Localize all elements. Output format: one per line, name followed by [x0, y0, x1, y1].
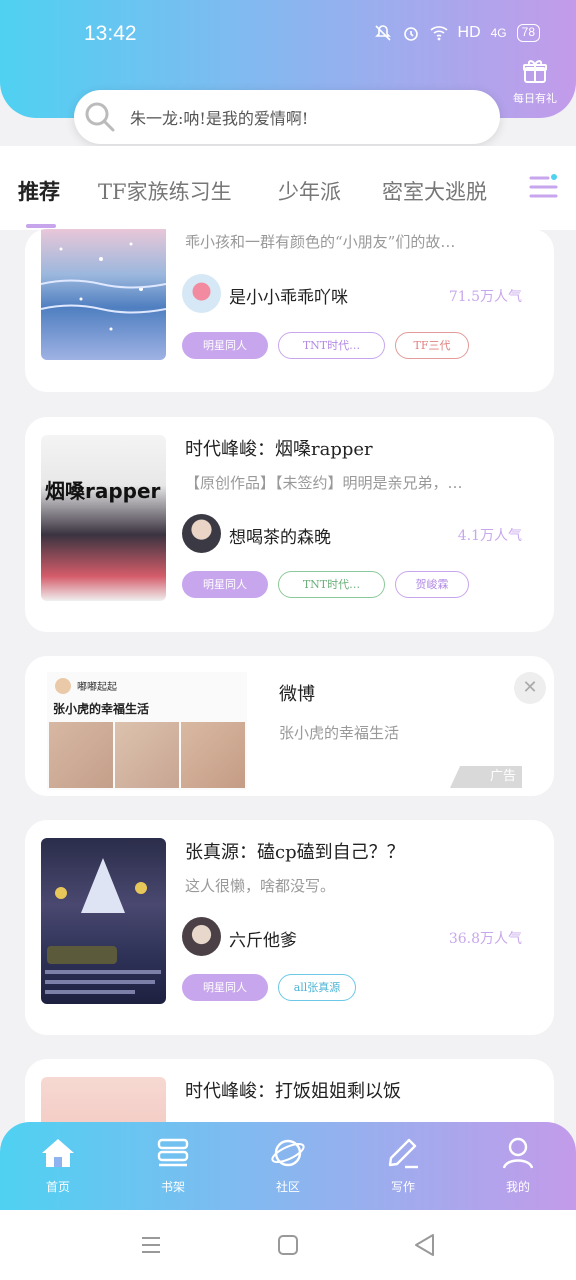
tag-chip[interactable]: 明星同人: [182, 332, 268, 359]
ad-card[interactable]: 嘟嘟起起 张小虎的幸福生活 微博 张小虎的幸福生活 ✕ 广告: [25, 656, 554, 796]
status-time: 13:42: [84, 22, 137, 45]
story-card[interactable]: 乖小孩和一群有颜色的“小朋友”们的故… 是小小乖乖吖咪 71.5万人气 明星同人…: [25, 229, 554, 392]
tag-chip[interactable]: all张真源: [278, 974, 356, 1001]
nav-home-label: 首页: [45, 1180, 70, 1194]
author-name: 是小小乖乖吖咪: [229, 288, 348, 308]
author-name: 六斤他爹: [229, 931, 297, 951]
story-cover: [41, 229, 166, 360]
menu-icon[interactable]: [140, 1234, 162, 1256]
ad-avatar: [55, 678, 71, 694]
tag-chip[interactable]: TNT时代…: [278, 571, 385, 598]
popularity-count: 4.1万人气: [457, 528, 522, 544]
category-menu-icon[interactable]: [528, 172, 560, 202]
ad-image: 嘟嘟起起 张小虎的幸福生活: [47, 672, 247, 790]
tab-escape-room[interactable]: 密室大逃脱: [382, 176, 487, 206]
nav-bookshelf-label: 书架: [160, 1180, 185, 1194]
story-title: 时代峰峻：烟嗓rapper: [185, 439, 373, 460]
ad-photo: [181, 722, 245, 788]
story-description: 【原创作品】【未签约】明明是亲兄弟，…: [185, 474, 463, 492]
tag-chip[interactable]: 明星同人: [182, 571, 268, 598]
story-description: 这人很懒，啥都没写。: [185, 877, 336, 895]
home-square-icon[interactable]: [277, 1234, 299, 1256]
bottom-nav: 首页 书架 社区 写作 我的: [0, 1122, 576, 1210]
system-nav-bar: [0, 1210, 576, 1280]
author-avatar[interactable]: [182, 274, 221, 313]
status-icons: HD 4G 78: [374, 24, 540, 42]
search-icon: [85, 102, 115, 132]
tab-recommend[interactable]: 推荐: [18, 176, 60, 206]
story-card[interactable]: 张真源：磕cp磕到自己？？ 这人很懒，啥都没写。 六斤他爹 36.8万人气 明星…: [25, 820, 554, 1035]
user-icon: [502, 1137, 534, 1169]
ad-image-caption: 张小虎的幸福生活: [53, 702, 150, 716]
story-card[interactable]: 烟嗓rapper 时代峰峻：烟嗓rapper 【原创作品】【未签约】明明是亲兄弟…: [25, 417, 554, 632]
tag-chip[interactable]: TNT时代…: [278, 332, 385, 359]
nav-home[interactable]: 首页: [18, 1136, 98, 1195]
gift-label: 每日有礼: [513, 92, 557, 105]
story-title: 张真源：磕cp磕到自己？？: [185, 842, 405, 863]
nav-write-label: 写作: [390, 1180, 415, 1194]
author-avatar[interactable]: [182, 917, 221, 956]
gift-icon: [523, 60, 547, 83]
ad-photo: [49, 722, 113, 788]
author-avatar[interactable]: [182, 514, 221, 553]
wifi-icon: [429, 26, 448, 41]
search-input[interactable]: 朱一龙:呐!是我的爱情啊!: [130, 105, 308, 129]
cover-title-text: 烟嗓rapper: [45, 479, 161, 503]
category-tabs: 推荐 TF家族练习生 少年派 密室大逃脱: [0, 146, 576, 230]
ad-subtitle: 张小虎的幸福生活: [279, 724, 400, 742]
cover-illustration: [45, 858, 161, 994]
ad-photo: [115, 722, 179, 788]
status-bar: 13:42 HD 4G 78: [0, 0, 576, 70]
sparkle-decoration: [41, 242, 166, 331]
battery-indicator: 78: [516, 24, 540, 42]
mute-icon: [374, 25, 391, 41]
search-bar[interactable]: 朱一龙:呐!是我的爱情啊!: [74, 90, 500, 144]
network-label: HD: [457, 24, 481, 41]
tag-chip[interactable]: TF三代: [395, 332, 469, 359]
tab-shaonian-pai[interactable]: 少年派: [278, 176, 341, 206]
nav-bookshelf[interactable]: 书架: [133, 1136, 213, 1195]
nav-community[interactable]: 社区: [248, 1136, 328, 1195]
ad-badge: 广告: [450, 766, 522, 788]
tab-tf-family[interactable]: TF家族练习生: [98, 176, 232, 206]
story-title: 时代峰峻：打饭姐姐剩以饭: [185, 1081, 401, 1102]
nav-profile[interactable]: 我的: [478, 1136, 558, 1195]
alarm-icon: [403, 27, 418, 41]
story-cover: [41, 838, 166, 1004]
tag-chip[interactable]: 明星同人: [182, 974, 268, 1001]
nav-write[interactable]: 写作: [363, 1136, 443, 1195]
popularity-count: 36.8万人气: [448, 931, 522, 947]
ad-title: 微博: [279, 684, 315, 705]
home-icon: [42, 1139, 74, 1167]
nav-profile-label: 我的: [505, 1180, 530, 1194]
ad-image-header: 嘟嘟起起: [77, 682, 117, 693]
author-name: 想喝茶的森晚: [229, 528, 331, 548]
nav-community-label: 社区: [275, 1180, 300, 1194]
close-icon[interactable]: ✕: [514, 672, 546, 704]
active-tab-indicator: [26, 224, 56, 228]
story-description: 乖小孩和一群有颜色的“小朋友”们的故…: [185, 233, 456, 251]
bookshelf-icon: [157, 1138, 189, 1167]
back-icon[interactable]: [413, 1233, 435, 1257]
planet-icon: [271, 1139, 305, 1167]
story-cover: 烟嗓rapper: [41, 435, 166, 601]
popularity-count: 71.5万人气: [448, 289, 522, 305]
signal-label: 4G: [490, 26, 507, 40]
pen-icon: [388, 1138, 418, 1169]
daily-gift-button[interactable]: 每日有礼: [508, 58, 562, 106]
tag-chip[interactable]: 贺峻霖: [395, 571, 469, 598]
